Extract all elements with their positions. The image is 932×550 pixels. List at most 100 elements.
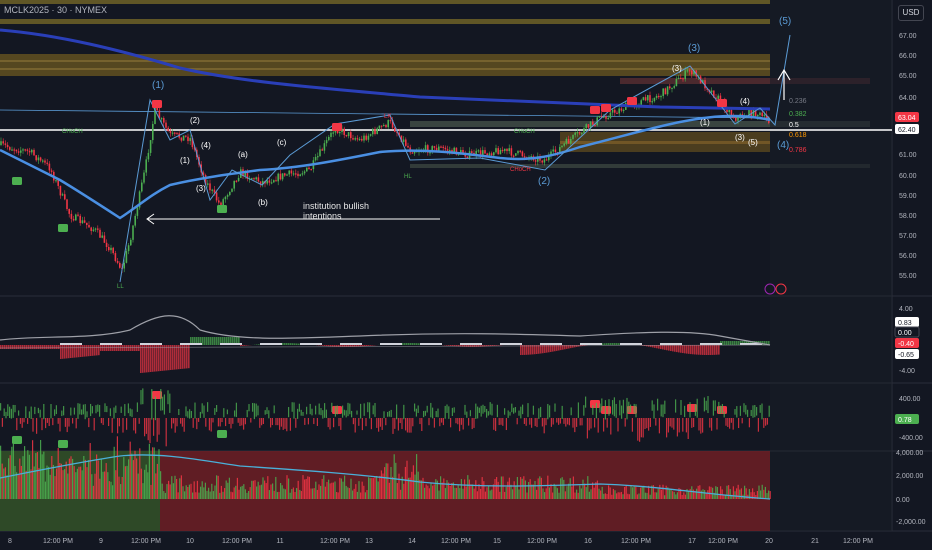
sell-signal-icon[interactable]	[332, 123, 342, 131]
osc3-bar	[88, 460, 90, 499]
osc1-bar	[208, 337, 210, 345]
osc1-bar	[604, 343, 606, 345]
candle-body	[114, 253, 117, 261]
osc3-bar	[456, 487, 458, 499]
sell-signal-icon[interactable]	[717, 99, 727, 107]
osc1-bar	[538, 345, 540, 354]
osc3-bar	[376, 475, 378, 499]
buy-signal-icon[interactable]	[12, 436, 22, 444]
osc1-bar	[602, 343, 604, 345]
candle-body	[545, 159, 548, 161]
buy-signal-icon[interactable]	[58, 224, 68, 232]
osc2-bar	[741, 418, 743, 424]
osc1-bar	[128, 345, 130, 351]
osc3-bar	[220, 485, 222, 499]
time-axis[interactable]: 8 12:00 PM 9 12:00 PM 10 12:00 PM 11 12:00 PM 13…	[8, 538, 873, 545]
osc2-bar	[226, 409, 228, 415]
osc3-bar	[276, 492, 278, 499]
osc1-bar	[702, 345, 704, 355]
buy-signal-icon[interactable]	[12, 177, 22, 185]
osc2-bar	[576, 418, 578, 427]
sell-signal-icon[interactable]	[152, 100, 162, 108]
osc2-bar	[219, 418, 221, 427]
candle-body	[369, 134, 372, 136]
chart-canvas[interactable]: (1) (2) (3) (4) (5) (2) (1) (4) (3) (a) …	[0, 0, 932, 550]
buy-signal-icon[interactable]	[58, 440, 68, 448]
candle-body	[614, 109, 616, 113]
time-tick-label: 12:00 PM	[527, 538, 557, 545]
candle-body	[336, 130, 339, 134]
osc2-bar	[255, 403, 257, 417]
osc3-bar	[544, 492, 546, 499]
osc1-bar	[726, 341, 728, 345]
osc3-bar	[355, 484, 357, 499]
osc1-bar	[540, 345, 542, 354]
sell-signal-icon[interactable]	[601, 104, 611, 112]
osc2-bar	[424, 410, 426, 416]
buy-signal-icon[interactable]	[217, 430, 227, 438]
osc2-bar	[30, 406, 32, 419]
osc2-bar	[594, 418, 596, 428]
buy-signal-icon[interactable]	[217, 205, 227, 213]
osc2-bar	[295, 418, 297, 428]
osc2-bar	[637, 418, 639, 441]
osc2-bar	[108, 418, 110, 427]
sell-signal-icon[interactable]	[627, 97, 637, 105]
osc2-bar	[387, 411, 389, 417]
candle-body	[407, 145, 409, 148]
osc3-bar	[513, 481, 515, 499]
osc3-bar	[102, 471, 104, 499]
osc3-bar	[726, 485, 728, 499]
osc3-bar	[625, 484, 627, 499]
osc2-bar	[133, 418, 135, 431]
candle-body	[112, 247, 114, 254]
candle-body	[669, 86, 671, 89]
osc1-bar	[88, 345, 90, 357]
symbol-title[interactable]: MCLK2025 · 30 · NYMEX	[4, 5, 107, 15]
candle-body	[471, 151, 473, 153]
osc3-bar	[616, 493, 618, 499]
osc2-bar	[118, 418, 120, 427]
candle-body	[495, 148, 497, 153]
price-tick-label: 64.00	[899, 95, 917, 102]
osc2-bar	[700, 418, 702, 434]
osc3-bar	[8, 458, 10, 499]
osc2-bar	[48, 418, 50, 427]
candle-body	[281, 173, 284, 180]
currency-button[interactable]: USD	[898, 5, 924, 21]
osc3-bar	[550, 484, 552, 499]
osc3-bar	[568, 483, 570, 499]
osc2-bar	[471, 418, 473, 430]
osc3-bar	[468, 479, 470, 499]
osc2-bar	[473, 418, 475, 428]
candle-body	[99, 229, 101, 238]
wave-label: (1)	[180, 156, 190, 165]
candle-body	[88, 224, 90, 228]
osc2-bar	[725, 418, 727, 426]
osc2-bar	[106, 406, 108, 413]
osc3-bar	[499, 491, 501, 499]
osc1-bar	[18, 345, 20, 349]
osc3-bar	[705, 493, 707, 499]
osc3-bar	[732, 486, 734, 499]
osc1-bar	[242, 345, 244, 346]
price-badge-label: 0.00	[898, 330, 912, 337]
sell-signal-icon[interactable]	[590, 106, 600, 114]
osc2-bar	[361, 418, 363, 431]
osc1-bar	[212, 337, 214, 345]
osc3-bar	[683, 492, 685, 499]
osc1-bar	[324, 345, 326, 346]
wave-label: (5)	[748, 138, 758, 147]
osc3-bar	[32, 440, 34, 499]
osc1-bar	[90, 345, 92, 356]
osc3-bar	[139, 448, 141, 499]
sell-signal-icon[interactable]	[590, 400, 600, 408]
osc3-bar	[142, 483, 144, 499]
osc3-bar	[280, 483, 282, 499]
candle-body	[215, 192, 218, 201]
osc3-bar	[668, 489, 670, 499]
osc1-bar	[32, 345, 34, 349]
osc1-bar	[524, 345, 526, 355]
price-scale[interactable]: 67.00 66.00 65.00 64.00 61.00 60.00 59.00 58.00…	[896, 33, 926, 526]
osc2-bar	[435, 411, 437, 418]
